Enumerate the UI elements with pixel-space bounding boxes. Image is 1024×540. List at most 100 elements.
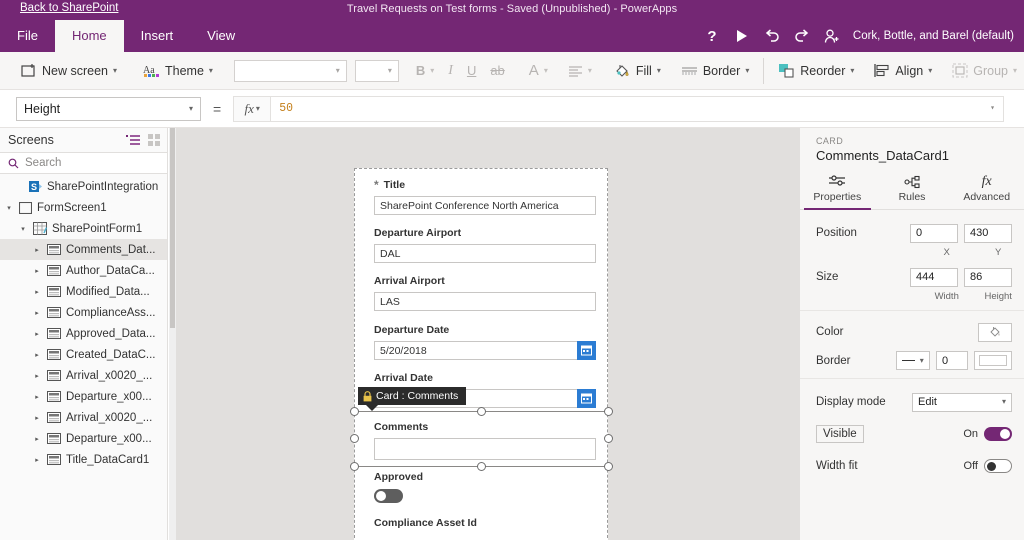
font-color-button[interactable]: A ▾ — [522, 57, 555, 85]
twisty[interactable]: ▸ — [32, 393, 42, 401]
tree-item-complianceasset-datacard[interactable]: ▸ ComplianceAss... — [0, 302, 167, 323]
menu-tab-home[interactable]: Home — [54, 20, 124, 52]
form-field-title[interactable]: * Title SharePoint Conference North Amer… — [374, 179, 596, 215]
strikethrough-button[interactable]: ab — [483, 57, 511, 85]
display-mode-select[interactable]: Edit ▾ — [912, 392, 1012, 412]
form-field-arrival-airport[interactable]: Arrival Airport LAS — [374, 275, 596, 311]
tree-item-modified-datacard[interactable]: ▸ Modified_Data... — [0, 281, 167, 302]
font-family-select[interactable]: ▾ — [233, 59, 347, 82]
new-screen-button[interactable]: New screen ▾ — [14, 57, 124, 85]
twisty[interactable]: ▸ — [32, 267, 42, 275]
twisty[interactable]: ▸ — [32, 246, 42, 254]
border-button[interactable]: Border ▾ — [674, 57, 757, 85]
canvas-scrollbar-thumb[interactable] — [170, 128, 175, 328]
menu-tab-view[interactable]: View — [190, 20, 252, 52]
grid-view-icon[interactable] — [148, 133, 161, 147]
approved-toggle[interactable] — [374, 489, 403, 503]
twisty[interactable]: ▸ — [32, 309, 42, 317]
tree-item-sharepointform1[interactable]: ▾ SharePointForm1 — [0, 218, 167, 239]
tree-item-created-datacard[interactable]: ▸ Created_DataC... — [0, 344, 167, 365]
help-icon[interactable]: ? — [697, 20, 727, 52]
fill-button[interactable]: Fill ▾ — [607, 57, 668, 85]
italic-button[interactable]: I — [441, 57, 460, 85]
tree-item-formscreen1[interactable]: ▾ FormScreen1 — [0, 197, 167, 218]
twisty[interactable]: ▸ — [32, 414, 42, 422]
tab-rules[interactable]: Rules — [875, 171, 950, 209]
twisty[interactable]: ▸ — [32, 456, 42, 464]
align-button[interactable]: Align ▾ — [867, 57, 939, 85]
form-input-departure-airport[interactable]: DAL — [374, 244, 596, 263]
twisty[interactable]: ▸ — [32, 288, 42, 296]
property-select[interactable]: Height ▾ — [16, 96, 201, 121]
tree-view-icon[interactable] — [126, 134, 140, 146]
tree-item-author-datacard[interactable]: ▸ Author_DataCa... — [0, 260, 167, 281]
group-button[interactable]: Group ▾ — [945, 57, 1024, 85]
twisty[interactable]: ▸ — [32, 435, 42, 443]
selection-handle-middle-left[interactable] — [350, 434, 359, 443]
color-swatch-button[interactable] — [978, 322, 1012, 342]
selection-handle-top-left[interactable] — [350, 407, 359, 416]
selection-handle-middle-right[interactable] — [604, 434, 613, 443]
design-canvas[interactable]: * Title SharePoint Conference North Amer… — [169, 128, 799, 540]
twisty[interactable]: ▾ — [4, 204, 14, 212]
form-input-departure-date[interactable]: 5/20/2018 — [374, 341, 596, 360]
position-y-input[interactable]: 430 — [964, 223, 1012, 243]
border-style-select[interactable]: ▾ — [896, 351, 930, 370]
bold-button[interactable]: B ▾ — [409, 57, 441, 85]
strikethrough-label: ab — [490, 63, 505, 78]
form-field-departure-date[interactable]: Departure Date 5/20/2018 — [374, 324, 596, 360]
play-icon[interactable] — [727, 20, 757, 52]
tree-item-arrival-datacard-1[interactable]: ▸ Arrival_x0020_... — [0, 365, 167, 386]
app-screen-preview[interactable]: * Title SharePoint Conference North Amer… — [350, 168, 613, 540]
search-input[interactable]: Search — [0, 152, 167, 174]
selection-handle-bottom-right[interactable] — [604, 462, 613, 471]
width-fit-toggle[interactable] — [984, 459, 1012, 473]
border-color-swatch[interactable] — [974, 351, 1012, 370]
tree-item-title-datacard1[interactable]: ▸ Title_DataCard1 — [0, 449, 167, 470]
twisty[interactable]: ▸ — [32, 351, 42, 359]
undo-icon[interactable] — [757, 20, 787, 52]
tree-item-sharepointintegration[interactable]: S SharePointIntegration — [0, 176, 167, 197]
text-align-button[interactable]: ▾ — [561, 57, 599, 85]
selection-handle-top-right[interactable] — [604, 407, 613, 416]
account-name[interactable]: Cork, Bottle, and Barel (default) — [853, 30, 1016, 42]
calendar-icon[interactable] — [577, 341, 596, 360]
twisty[interactable]: ▾ — [18, 225, 28, 233]
menu-tab-file[interactable]: File — [0, 20, 55, 52]
reorder-button[interactable]: Reorder ▾ — [771, 57, 861, 85]
tab-advanced[interactable]: fx Advanced — [949, 171, 1024, 209]
tab-properties[interactable]: Properties — [800, 171, 875, 210]
tree-item-label: Created_DataC... — [66, 348, 156, 361]
tree-item-arrival-datacard-2[interactable]: ▸ Arrival_x0020_... — [0, 407, 167, 428]
calendar-icon[interactable] — [577, 389, 596, 408]
tree-item-departure-datacard-1[interactable]: ▸ Departure_x00... — [0, 386, 167, 407]
selection-handle-bottom-left[interactable] — [350, 462, 359, 471]
tree-item-departure-datacard-2[interactable]: ▸ Departure_x00... — [0, 428, 167, 449]
menu-tab-insert[interactable]: Insert — [124, 20, 191, 52]
canvas-scrollbar[interactable] — [169, 128, 176, 540]
add-user-icon[interactable] — [817, 20, 847, 52]
size-width-input[interactable]: 444 — [910, 267, 958, 287]
chevron-down-icon[interactable]: ▾ — [990, 104, 995, 113]
border-thickness-input[interactable]: 0 — [936, 351, 968, 370]
form-input-title[interactable]: SharePoint Conference North America — [374, 196, 596, 215]
selection-handle-bottom-center[interactable] — [477, 462, 486, 471]
font-size-select[interactable]: ▾ — [354, 59, 399, 82]
fx-button[interactable]: fx ▾ — [233, 95, 272, 122]
selection-handle-top-center[interactable] — [477, 407, 486, 416]
underline-button[interactable]: U — [460, 57, 483, 85]
formula-input[interactable]: 50 ▾ — [271, 95, 1004, 122]
theme-button[interactable]: Aa Theme ▾ — [136, 57, 220, 85]
form-input-arrival-airport[interactable]: LAS — [374, 292, 596, 311]
form-field-compliance-asset-id[interactable]: Compliance Asset Id — [374, 517, 596, 529]
visible-toggle[interactable] — [984, 427, 1012, 441]
redo-icon[interactable] — [787, 20, 817, 52]
size-height-input[interactable]: 86 — [964, 267, 1012, 287]
form-field-approved[interactable]: Approved — [374, 471, 596, 503]
form-field-departure-airport[interactable]: Departure Airport DAL — [374, 227, 596, 263]
position-x-input[interactable]: 0 — [910, 223, 958, 243]
twisty[interactable]: ▸ — [32, 372, 42, 380]
tree-item-comments-datacard[interactable]: ▸ Comments_Dat... — [0, 239, 167, 260]
twisty[interactable]: ▸ — [32, 330, 42, 338]
tree-item-approved-datacard[interactable]: ▸ Approved_Data... — [0, 323, 167, 344]
